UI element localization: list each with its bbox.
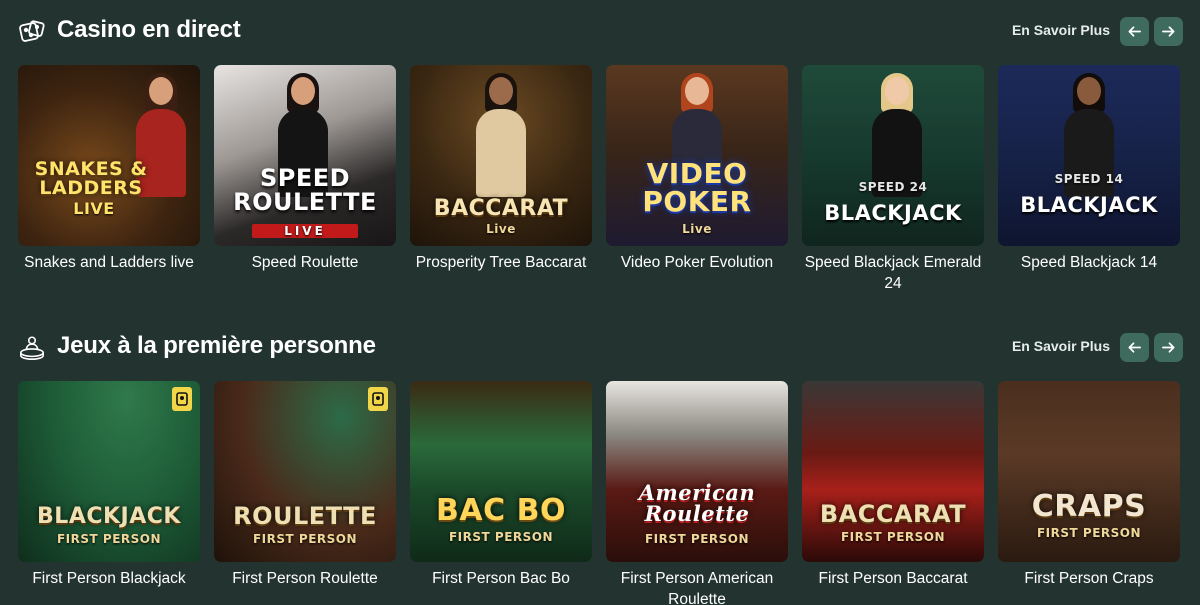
game-art-title: BLACKJACK bbox=[37, 504, 181, 529]
game-thumbnail[interactable]: BLACKJACK FIRST PERSON bbox=[18, 381, 200, 562]
game-art-title: BLACKJACK bbox=[824, 201, 962, 225]
game-carousel: BLACKJACK FIRST PERSON First Person Blac… bbox=[18, 381, 1182, 605]
game-card[interactable]: CRAPS FIRST PERSON First Person Craps bbox=[998, 381, 1180, 589]
dealer-figure bbox=[868, 73, 926, 197]
game-art-title: BLACKJACK bbox=[1020, 193, 1158, 217]
carousel-next-button[interactable] bbox=[1154, 17, 1183, 46]
section-header: Casino en direct En Savoir Plus bbox=[0, 0, 1200, 64]
game-art-subtitle: LIVE bbox=[73, 199, 115, 218]
game-art-title: BAC BO bbox=[436, 493, 566, 528]
game-art-title: CRAPS bbox=[1031, 489, 1147, 524]
first-person-badge-icon bbox=[172, 387, 192, 411]
game-card[interactable]: ROULETTE FIRST PERSON First Person Roule… bbox=[214, 381, 396, 589]
game-name[interactable]: Snakes and Ladders live bbox=[18, 252, 200, 273]
game-thumbnail[interactable]: BAC BO FIRST PERSON bbox=[410, 381, 592, 562]
carousel-prev-button[interactable] bbox=[1120, 333, 1149, 362]
section-title: Casino en direct bbox=[57, 16, 241, 43]
dealer-icon bbox=[18, 334, 46, 362]
game-name[interactable]: First Person Blackjack bbox=[18, 568, 200, 589]
first-person-section: Jeux à la première personne En Savoir Pl… bbox=[0, 316, 1200, 605]
game-name[interactable]: First Person American Roulette bbox=[606, 568, 788, 605]
section-title: Jeux à la première personne bbox=[57, 332, 376, 359]
game-card[interactable]: American Roulette FIRST PERSON First Per… bbox=[606, 381, 788, 605]
game-card[interactable]: BLACKJACK SPEED 14 Speed Blackjack 14 bbox=[998, 65, 1180, 273]
game-art-subtitle: SPEED 14 bbox=[1054, 172, 1124, 186]
game-card[interactable]: SPEED ROULETTE LIVE Speed Roulette bbox=[214, 65, 396, 273]
game-card[interactable]: BACCARAT Live Prosperity Tree Baccarat bbox=[410, 65, 592, 273]
game-thumbnail[interactable]: VIDEO POKER Live bbox=[606, 65, 788, 246]
game-art-subtitle: Live bbox=[682, 222, 712, 236]
game-thumbnail[interactable]: BACCARAT FIRST PERSON bbox=[802, 381, 984, 562]
game-art-subtitle: LIVE bbox=[252, 224, 358, 238]
game-thumbnail[interactable]: CRAPS FIRST PERSON bbox=[998, 381, 1180, 562]
game-name[interactable]: Speed Blackjack 14 bbox=[998, 252, 1180, 273]
game-name[interactable]: First Person Bac Bo bbox=[410, 568, 592, 589]
game-art-title: ROULETTE bbox=[233, 502, 377, 530]
game-thumbnail[interactable]: BACCARAT Live bbox=[410, 65, 592, 246]
game-card[interactable]: BACCARAT FIRST PERSON First Person Bacca… bbox=[802, 381, 984, 589]
section-header: Jeux à la première personne En Savoir Pl… bbox=[0, 316, 1200, 380]
learn-more-link[interactable]: En Savoir Plus bbox=[1012, 338, 1110, 354]
carousel-next-button[interactable] bbox=[1154, 333, 1183, 362]
game-thumbnail[interactable]: BLACKJACK SPEED 24 bbox=[802, 65, 984, 246]
game-card[interactable]: SNAKES & LADDERS LIVE Snakes and Ladders… bbox=[18, 65, 200, 273]
game-art-subtitle: SPEED 24 bbox=[858, 180, 928, 194]
game-name[interactable]: First Person Craps bbox=[998, 568, 1180, 589]
arrow-left-icon bbox=[1128, 26, 1141, 37]
game-name[interactable]: First Person Baccarat bbox=[802, 568, 984, 589]
arrow-right-icon bbox=[1162, 342, 1175, 353]
game-name[interactable]: Speed Blackjack Emerald 24 bbox=[802, 252, 984, 294]
game-art-subtitle: FIRST PERSON bbox=[252, 532, 358, 546]
arrow-left-icon bbox=[1128, 342, 1141, 353]
learn-more-link[interactable]: En Savoir Plus bbox=[1012, 22, 1110, 38]
game-thumbnail[interactable]: American Roulette FIRST PERSON bbox=[606, 381, 788, 562]
game-art-subtitle: FIRST PERSON bbox=[56, 532, 162, 546]
game-art-title: SNAKES & LADDERS bbox=[34, 158, 148, 199]
game-card[interactable]: VIDEO POKER Live Video Poker Evolution bbox=[606, 65, 788, 273]
game-card[interactable]: BLACKJACK FIRST PERSON First Person Blac… bbox=[18, 381, 200, 589]
live-casino-section: Casino en direct En Savoir Plus SNAKES &… bbox=[0, 0, 1200, 292]
game-name[interactable]: Video Poker Evolution bbox=[606, 252, 788, 273]
arrow-right-icon bbox=[1162, 26, 1175, 37]
game-art-subtitle: Live bbox=[486, 222, 516, 236]
game-carousel: SNAKES & LADDERS LIVE Snakes and Ladders… bbox=[18, 65, 1182, 305]
game-card[interactable]: BAC BO FIRST PERSON First Person Bac Bo bbox=[410, 381, 592, 589]
game-thumbnail[interactable]: BLACKJACK SPEED 14 bbox=[998, 65, 1180, 246]
game-art-title: VIDEO POKER bbox=[642, 157, 752, 218]
game-name[interactable]: Speed Roulette bbox=[214, 252, 396, 273]
game-thumbnail[interactable]: SPEED ROULETTE LIVE bbox=[214, 65, 396, 246]
game-art-title: SPEED ROULETTE bbox=[233, 164, 377, 216]
game-art-subtitle: FIRST PERSON bbox=[1036, 526, 1142, 540]
game-art-subtitle: FIRST PERSON bbox=[644, 532, 750, 546]
game-art-subtitle: FIRST PERSON bbox=[448, 530, 554, 544]
game-name[interactable]: First Person Roulette bbox=[214, 568, 396, 589]
first-person-badge-icon bbox=[368, 387, 388, 411]
game-thumbnail[interactable]: ROULETTE FIRST PERSON bbox=[214, 381, 396, 562]
game-name[interactable]: Prosperity Tree Baccarat bbox=[410, 252, 592, 273]
carousel-prev-button[interactable] bbox=[1120, 17, 1149, 46]
dice-icon bbox=[18, 18, 46, 46]
game-art-subtitle: FIRST PERSON bbox=[840, 530, 946, 544]
game-art-title: American Roulette bbox=[638, 480, 756, 526]
game-art-title: BACCARAT bbox=[433, 196, 569, 221]
game-art-title: BACCARAT bbox=[819, 500, 967, 528]
game-card[interactable]: BLACKJACK SPEED 24 Speed Blackjack Emera… bbox=[802, 65, 984, 294]
dealer-figure bbox=[472, 73, 530, 197]
game-thumbnail[interactable]: SNAKES & LADDERS LIVE bbox=[18, 65, 200, 246]
